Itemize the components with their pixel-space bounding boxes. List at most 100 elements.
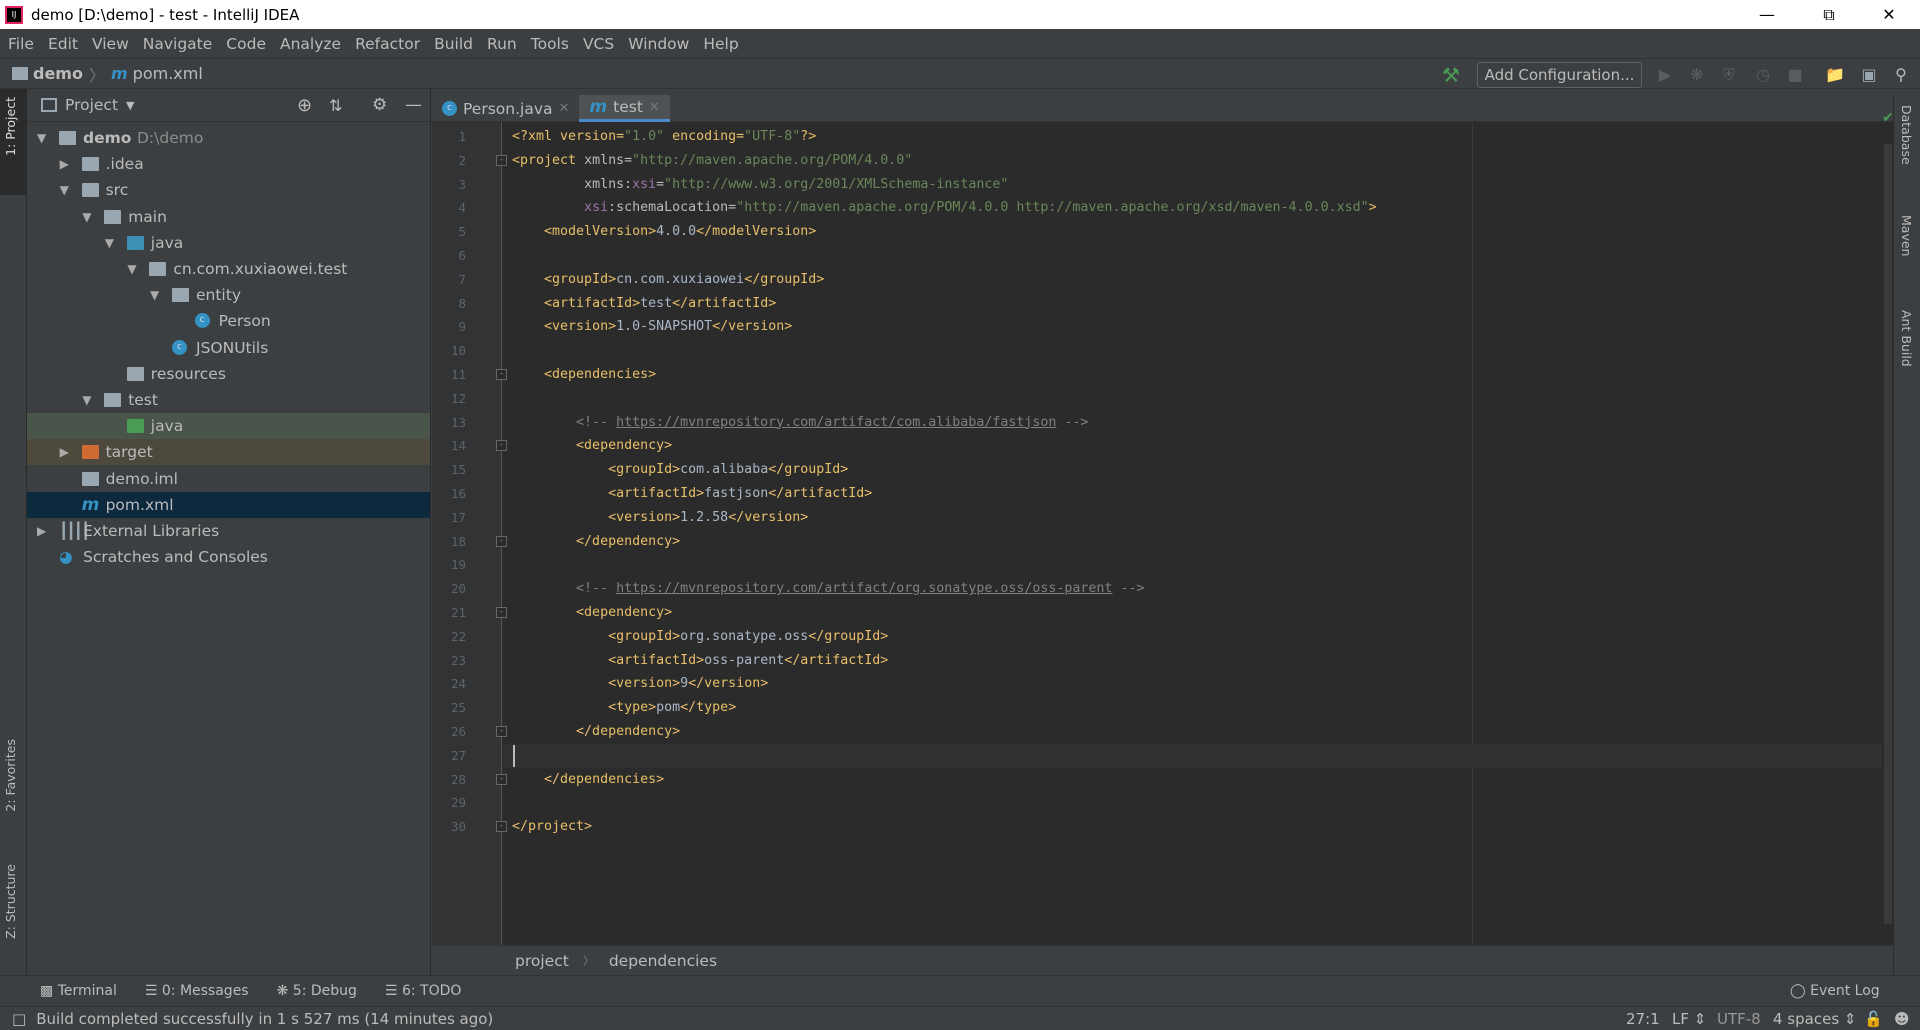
- minimize-button[interactable]: —: [1744, 0, 1790, 29]
- menu-view[interactable]: View: [92, 35, 129, 53]
- expanded-arrow-icon[interactable]: ▼: [82, 204, 94, 230]
- tree-item[interactable]: ▼java: [27, 230, 430, 256]
- collapsed-arrow-icon[interactable]: ▶: [60, 151, 72, 177]
- run-icon[interactable]: ▶: [1654, 64, 1676, 86]
- code-editor[interactable]: 1234567891011121314151617181920212223242…: [432, 122, 1882, 945]
- tree-item[interactable]: ▼cn.com.xuxiaowei.test: [27, 256, 430, 282]
- coverage-icon[interactable]: ⛨: [1718, 64, 1740, 86]
- tab-person-java[interactable]: cPerson.java✕: [432, 95, 579, 122]
- lock-icon[interactable]: 🔓: [1864, 1010, 1883, 1028]
- menu-run[interactable]: Run: [487, 35, 517, 53]
- tree-item[interactable]: ▶.idea: [27, 151, 430, 177]
- project-view-selector[interactable]: Project: [65, 96, 118, 114]
- tree-item[interactable]: ▼demoD:\demo: [27, 125, 430, 151]
- line-separator[interactable]: LF ⇕: [1672, 1010, 1706, 1028]
- fold-marker-icon[interactable]: -: [496, 821, 507, 832]
- scrollbar-thumb[interactable]: [1884, 144, 1892, 924]
- project-tool-label[interactable]: 1: Project: [3, 97, 18, 156]
- gear-icon[interactable]: ⚙: [372, 95, 387, 115]
- build-hammer-icon[interactable]: ⚒: [1440, 64, 1462, 86]
- menu-edit[interactable]: Edit: [48, 35, 78, 53]
- menu-build[interactable]: Build: [434, 35, 473, 53]
- messages-tab[interactable]: ☰ 0: Messages: [145, 983, 249, 999]
- menu-refactor[interactable]: Refactor: [355, 35, 420, 53]
- breadcrumb-project[interactable]: project: [515, 952, 569, 970]
- expanded-arrow-icon[interactable]: ▼: [127, 256, 139, 282]
- collapsed-arrow-icon[interactable]: ▶: [60, 439, 72, 465]
- tree-item[interactable]: ▼src: [27, 177, 430, 203]
- tree-item[interactable]: java: [27, 413, 430, 439]
- caret-position[interactable]: 27:1: [1626, 1010, 1660, 1028]
- stop-icon[interactable]: ■: [1784, 64, 1806, 86]
- fold-marker-icon[interactable]: -: [496, 607, 507, 618]
- fold-marker-icon[interactable]: -: [496, 440, 507, 451]
- close-tab-icon[interactable]: ✕: [559, 101, 570, 116]
- code-token-link[interactable]: https://mvnrepository.com/artifact/org.s…: [616, 581, 1112, 596]
- close-button[interactable]: ✕: [1866, 0, 1912, 29]
- menu-help[interactable]: Help: [703, 35, 738, 53]
- menu-analyze[interactable]: Analyze: [280, 35, 341, 53]
- favorites-tool-label[interactable]: 2: Favorites: [3, 739, 18, 812]
- add-configuration-button[interactable]: Add Configuration...: [1477, 62, 1642, 88]
- fold-marker-icon[interactable]: -: [496, 774, 507, 785]
- project-tool-button[interactable]: 1: Project: [0, 89, 26, 195]
- tree-item[interactable]: ▶┃┃┃┃External Libraries: [27, 518, 430, 544]
- expanded-arrow-icon[interactable]: ▼: [82, 387, 94, 413]
- tree-item[interactable]: resources: [27, 361, 430, 387]
- expanded-arrow-icon[interactable]: ▼: [37, 125, 49, 151]
- tree-item[interactable]: ▶target: [27, 439, 430, 465]
- maven-tool-label[interactable]: Maven: [1899, 215, 1914, 256]
- expanded-arrow-icon[interactable]: ▼: [60, 177, 72, 203]
- debug-tab[interactable]: ❋ 5: Debug: [277, 983, 357, 999]
- chevron-down-icon[interactable]: ▼: [126, 99, 134, 112]
- run-dashboard-icon[interactable]: ▣: [1858, 64, 1880, 86]
- tree-item[interactable]: ◕Scratches and Consoles: [27, 544, 430, 570]
- tree-item[interactable]: demo.iml: [27, 466, 430, 492]
- search-icon[interactable]: ⚲: [1890, 64, 1912, 86]
- restore-button[interactable]: ⧉: [1806, 0, 1852, 29]
- menu-file[interactable]: File: [8, 35, 34, 53]
- locate-icon[interactable]: ⊕: [297, 95, 312, 116]
- fold-marker-icon[interactable]: -: [496, 155, 507, 166]
- tree-item[interactable]: cJSONUtils: [27, 335, 430, 361]
- file-encoding[interactable]: UTF-8: [1717, 1010, 1761, 1028]
- debug-icon[interactable]: ❋: [1686, 64, 1708, 86]
- tree-item[interactable]: ▼test: [27, 387, 430, 413]
- inspector-icon[interactable]: ☻: [1894, 1010, 1910, 1028]
- profile-icon[interactable]: ◷: [1752, 64, 1774, 86]
- tree-item[interactable]: mpom.xml: [27, 492, 430, 518]
- event-log-tab[interactable]: ◯ Event Log: [1790, 983, 1880, 999]
- menu-tools[interactable]: Tools: [531, 35, 569, 53]
- fold-marker-icon[interactable]: -: [496, 726, 507, 737]
- ant-build-tool-label[interactable]: Ant Build: [1899, 310, 1914, 367]
- toggle-tool-windows-icon[interactable]: □: [12, 1010, 26, 1028]
- collapsed-arrow-icon[interactable]: ▶: [37, 518, 49, 544]
- nav-project[interactable]: demo: [33, 64, 83, 83]
- structure-tool-label[interactable]: Z: Structure: [3, 864, 18, 939]
- hide-icon[interactable]: —: [405, 95, 422, 115]
- tree-item[interactable]: ▼main: [27, 204, 430, 230]
- expanded-arrow-icon[interactable]: ▼: [105, 230, 117, 256]
- terminal-tab[interactable]: ▩ Terminal: [40, 983, 117, 999]
- breadcrumb-dependencies[interactable]: dependencies: [609, 952, 717, 970]
- fold-marker-icon[interactable]: -: [496, 369, 507, 380]
- tab-test[interactable]: mtest✕: [579, 95, 669, 122]
- collapse-all-icon[interactable]: ⇅: [329, 96, 342, 115]
- todo-tab[interactable]: ☰ 6: TODO: [385, 983, 461, 999]
- expanded-arrow-icon[interactable]: ▼: [150, 282, 162, 308]
- close-tab-icon[interactable]: ✕: [649, 100, 660, 115]
- nav-file[interactable]: pom.xml: [133, 64, 203, 83]
- status-message[interactable]: Build completed successfully in 1 s 527 …: [36, 1010, 493, 1028]
- database-tool-label[interactable]: Database: [1899, 105, 1914, 165]
- project-structure-icon[interactable]: 📁: [1824, 64, 1846, 86]
- code-token-link[interactable]: https://mvnrepository.com/artifact/com.a…: [616, 415, 1056, 430]
- menu-window[interactable]: Window: [628, 35, 689, 53]
- editor-scrollbar[interactable]: ✔: [1882, 122, 1893, 945]
- menu-vcs[interactable]: VCS: [583, 35, 614, 53]
- menu-navigate[interactable]: Navigate: [143, 35, 213, 53]
- fold-marker-icon[interactable]: -: [496, 536, 507, 547]
- menu-code[interactable]: Code: [226, 35, 266, 53]
- tree-item[interactable]: cPerson: [27, 308, 430, 334]
- indent-setting[interactable]: 4 spaces ⇕: [1773, 1010, 1856, 1028]
- tree-item[interactable]: ▼entity: [27, 282, 430, 308]
